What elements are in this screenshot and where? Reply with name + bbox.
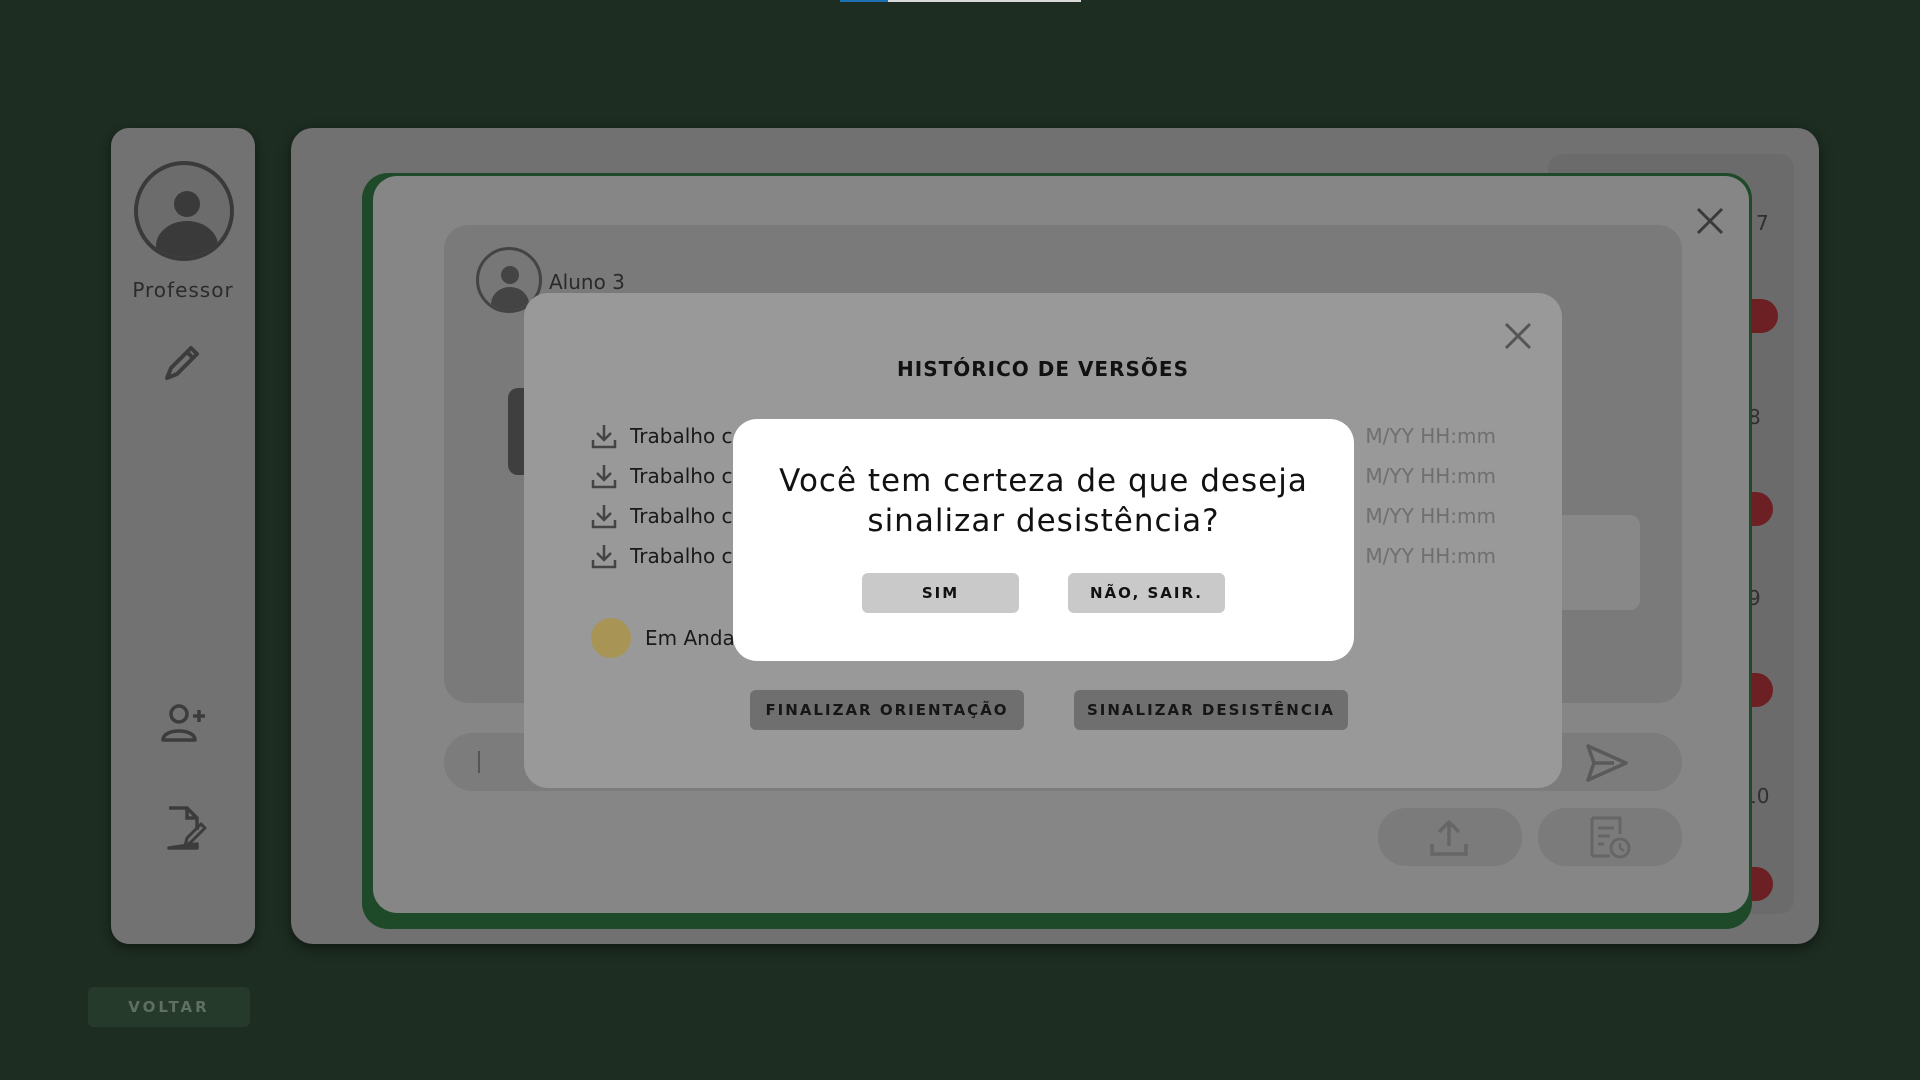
edit-document-icon[interactable] [159, 804, 207, 852]
top-progress-active [840, 0, 888, 2]
download-icon[interactable] [590, 542, 618, 570]
send-icon[interactable] [1584, 740, 1630, 786]
upload-icon [1430, 820, 1468, 856]
user-role-label: Professor [132, 278, 234, 302]
finalize-orientation-button[interactable]: FINALIZAR ORIENTAÇÃO [750, 690, 1024, 730]
version-name: Trabalho c [630, 424, 733, 448]
version-history-icon [1590, 816, 1631, 859]
top-progress-track [888, 0, 1081, 2]
version-date: M/YY HH:mm [1365, 464, 1496, 488]
close-icon[interactable] [1500, 318, 1536, 354]
sidebar: Professor [111, 128, 255, 944]
version-name: Trabalho c [630, 544, 733, 568]
confirm-yes-button[interactable]: SIM [862, 573, 1019, 613]
text-cursor [478, 751, 480, 773]
download-icon[interactable] [590, 502, 618, 530]
download-icon[interactable] [590, 422, 618, 450]
confirm-question-line1: Você tem certeza de que deseja [779, 463, 1308, 499]
version-date: M/YY HH:mm [1365, 544, 1496, 568]
version-history-button[interactable] [1538, 808, 1682, 866]
version-name: Trabalho c [630, 464, 733, 488]
pencil-icon[interactable] [159, 338, 207, 386]
modal-title: HISTÓRICO DE VERSÕES [897, 357, 1189, 381]
signal-withdrawal-button[interactable]: SINALIZAR DESISTÊNCIA [1074, 690, 1348, 730]
confirm-dialog: Você tem certeza de que deseja sinalizar… [733, 419, 1354, 661]
status-label: Em Anda [645, 626, 735, 650]
close-icon[interactable] [1692, 203, 1728, 239]
student-name: Aluno 3 [549, 270, 625, 294]
version-name: Trabalho c [630, 504, 733, 528]
add-user-icon[interactable] [159, 698, 207, 746]
version-date: M/YY HH:mm [1365, 504, 1496, 528]
download-icon[interactable] [590, 462, 618, 490]
confirm-no-button[interactable]: NÃO, SAIR. [1068, 573, 1225, 613]
list-item-number: 7 [1756, 211, 1769, 235]
confirm-question: Você tem certeza de que deseja sinalizar… [733, 461, 1354, 541]
back-button[interactable]: VOLTAR [88, 987, 250, 1027]
version-date: M/YY HH:mm [1365, 424, 1496, 448]
user-avatar-icon [134, 161, 234, 261]
status-indicator [591, 618, 631, 658]
confirm-question-line2: sinalizar desistência? [867, 503, 1220, 539]
upload-button[interactable] [1378, 808, 1522, 866]
